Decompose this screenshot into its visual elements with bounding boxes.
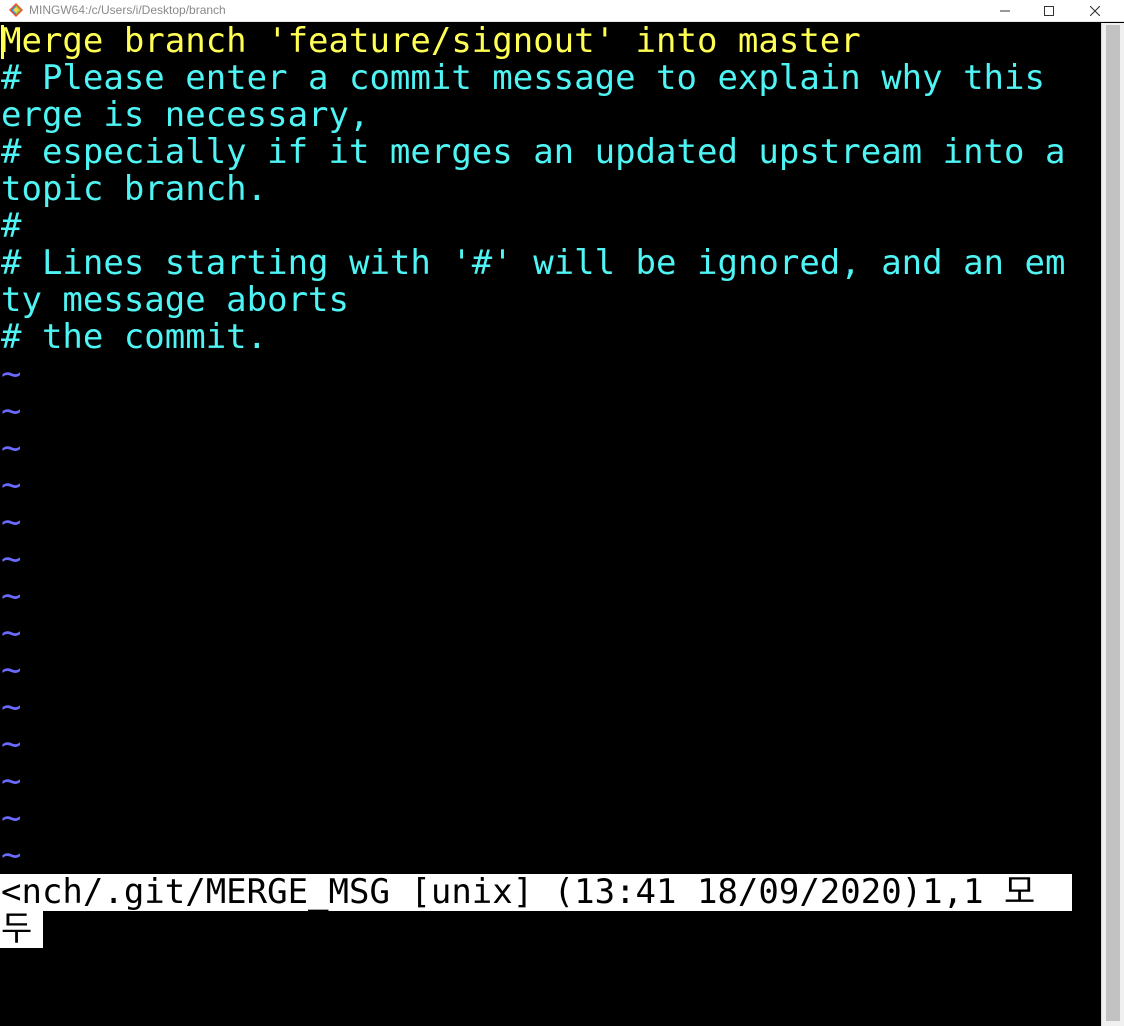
empty-line-marker: ~ [1,687,22,727]
git-bash-icon [9,3,23,17]
comment-line[interactable]: topic branch. [1,171,267,208]
comment-line[interactable]: # Please enter a commit message to expla… [1,60,1045,97]
close-button[interactable] [1072,0,1118,22]
commit-subject-line[interactable]: Merge branch 'feature/signout' into mast… [1,23,861,60]
empty-line-marker: ~ [1,465,22,505]
vim-statusline-wrap: 두 [0,911,43,948]
empty-line-marker: ~ [1,724,22,764]
window-title: MINGW64:/c/Users/i/Desktop/branch [29,3,226,17]
empty-line-marker: ~ [1,761,22,801]
comment-line[interactable]: erge is necessary, [1,97,369,134]
comment-line[interactable]: # Lines starting with '#' will be ignore… [1,245,1065,282]
comment-line[interactable]: ty message aborts [1,282,349,319]
comment-line[interactable]: # especially if it merges an updated ups… [1,134,1065,171]
vertical-scrollbar[interactable] [1101,23,1124,1026]
empty-line-marker: ~ [1,428,22,468]
title-bar[interactable]: MINGW64:/c/Users/i/Desktop/branch [0,0,1124,22]
empty-line-marker: ~ [1,354,22,394]
maximize-button[interactable] [1026,0,1072,22]
minimize-icon [1000,6,1010,16]
vim-statusline: <nch/.git/MERGE_MSG [unix] (13:41 18/09/… [0,874,1072,911]
empty-line-marker: ~ [1,502,22,542]
empty-line-marker: ~ [1,650,22,690]
minimize-button[interactable] [982,0,1028,22]
empty-line-marker: ~ [1,576,22,616]
empty-line-marker: ~ [1,391,22,431]
maximize-icon [1044,6,1054,16]
close-icon [1090,6,1100,16]
comment-line[interactable]: # the commit. [1,319,267,356]
scrollbar-thumb[interactable] [1106,25,1120,1021]
terminal-area[interactable]: Merge branch 'feature/signout' into mast… [0,23,1101,1026]
empty-line-marker: ~ [1,798,22,838]
empty-line-marker: ~ [1,613,22,653]
empty-line-marker: ~ [1,539,22,579]
comment-line[interactable]: # [1,208,21,245]
empty-line-marker: ~ [1,835,22,875]
